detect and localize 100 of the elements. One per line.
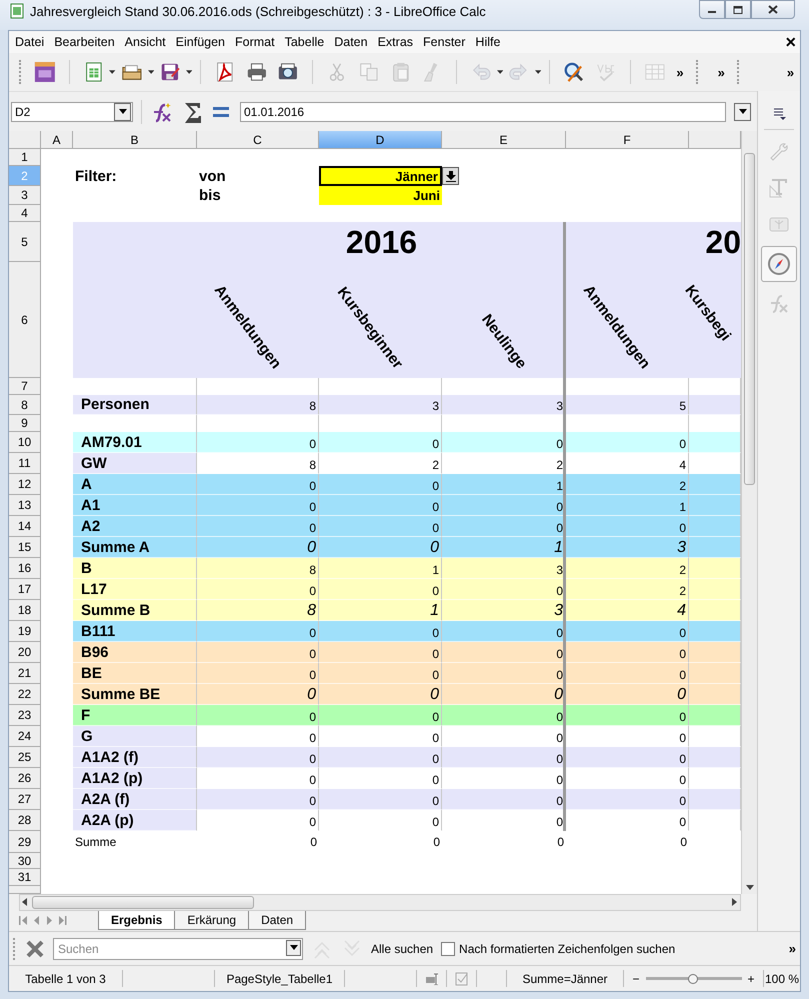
table-cell: 1	[442, 474, 566, 495]
column-header[interactable]: B	[73, 131, 197, 149]
table-cell: 3	[442, 395, 566, 415]
column-header[interactable]: F	[566, 131, 689, 149]
more-button[interactable]: »	[676, 64, 684, 80]
row-number[interactable]: 22	[9, 684, 41, 705]
window-title: Jahresvergleich Stand 30.06.2016.ods (Schreibgeschützt) : 3 - LibreOffice Calc	[30, 4, 487, 18]
close-document-button[interactable]: ×	[785, 33, 796, 51]
row-number[interactable]: 26	[9, 768, 41, 789]
table-cell: 0	[319, 789, 442, 810]
row-label: A1A2 (p)	[73, 768, 197, 789]
sheet-tab[interactable]: Daten	[248, 911, 306, 930]
column-header[interactable]: A	[41, 131, 73, 149]
row-label: F	[73, 705, 197, 726]
year-heading: 20	[704, 222, 741, 262]
table-cell: 3	[442, 600, 566, 621]
table-cell: 0	[319, 474, 442, 495]
name-box[interactable]: D2	[11, 102, 133, 122]
row-number[interactable]: 15	[9, 537, 41, 558]
table-cell: 0	[197, 663, 319, 684]
table-cell: 1	[319, 558, 442, 579]
table-cell-text: 0	[432, 834, 441, 850]
menu-item[interactable]: Hilfe	[470, 33, 506, 51]
row-number[interactable]: 25	[9, 747, 41, 768]
row-number[interactable]: 3	[9, 186, 41, 205]
table-cell: 0	[442, 432, 566, 453]
table-cell: 0	[197, 432, 319, 453]
row-number[interactable]: 6	[9, 262, 41, 378]
page-style: PageStyle_Tabelle1	[226, 972, 333, 986]
menu-item[interactable]: Extras	[372, 33, 418, 51]
row-number[interactable]: 19	[9, 621, 41, 642]
column-header[interactable]: D	[319, 131, 442, 149]
row-label: Summe BE	[73, 684, 197, 705]
row-number[interactable]: 28	[9, 810, 41, 831]
table-cell: 0	[319, 663, 442, 684]
row-number[interactable]: 14	[9, 516, 41, 537]
table-cell: 8	[197, 395, 319, 415]
table-cell: 4	[566, 600, 689, 621]
filter-label: Filter:	[74, 166, 118, 186]
menu-item[interactable]: Tabelle	[280, 33, 330, 51]
row-number[interactable]: 17	[9, 579, 41, 600]
menu-item[interactable]: Fenster	[418, 33, 470, 51]
row-number[interactable]: 18	[9, 600, 41, 621]
row-number[interactable]: 10	[9, 432, 41, 453]
to-month-cell[interactable]: Juni	[319, 186, 442, 205]
more-button[interactable]: »	[788, 941, 796, 956]
menu-item[interactable]: Bearbeiten	[49, 33, 120, 51]
search-field[interactable]: Suchen	[53, 938, 303, 960]
menu-item[interactable]: Daten	[329, 33, 373, 51]
more-button[interactable]: »	[786, 64, 794, 80]
row-number[interactable]: 11	[9, 453, 41, 474]
row-number[interactable]: 29	[9, 831, 41, 853]
table-cell: 0	[566, 621, 689, 642]
table-cell: 3	[319, 395, 442, 415]
row-number[interactable]: 31	[9, 869, 41, 886]
menu-item[interactable]: Einfügen	[170, 33, 230, 51]
table-cell: 0	[442, 663, 566, 684]
table-cell: 0	[197, 537, 319, 558]
find-all-button[interactable]: Alle suchen	[371, 942, 434, 956]
row-number[interactable]: 13	[9, 495, 41, 516]
row-number[interactable]: 12	[9, 474, 41, 495]
row-number[interactable]: 5	[9, 222, 41, 262]
zoom-out-button[interactable]: −	[632, 972, 640, 986]
row-number[interactable]: 4	[9, 205, 41, 222]
formula-input[interactable]: 01.01.2016	[240, 102, 726, 122]
table-cell: 0	[197, 642, 319, 663]
row-number[interactable]: 20	[9, 642, 41, 663]
row-number[interactable]: 9	[9, 415, 41, 432]
row-label: A1	[73, 495, 197, 516]
row-label: GW	[73, 453, 197, 474]
menu-item[interactable]: Datei	[10, 33, 50, 51]
sheet-tab[interactable]: Ergebnis	[98, 911, 176, 930]
row-number[interactable]: 30	[9, 853, 41, 869]
table-cell: 0	[442, 642, 566, 663]
row-number[interactable]: 8	[9, 395, 41, 415]
table-cell: 0	[442, 684, 566, 705]
more-button[interactable]: »	[718, 64, 725, 80]
row-number[interactable]: 16	[9, 558, 41, 579]
table-cell: 0	[197, 516, 319, 537]
year-heading: 2016	[344, 222, 418, 262]
table-cell: 0	[319, 642, 442, 663]
row-number[interactable]: 21	[9, 663, 41, 684]
row-number[interactable]: 27	[9, 789, 41, 810]
sheet-tab[interactable]: Erkärung	[174, 911, 250, 930]
column-header[interactable]: E	[442, 131, 566, 149]
row-number[interactable]: 7	[9, 378, 41, 395]
table-cell: 0	[442, 495, 566, 516]
menu-item[interactable]: Format	[230, 33, 280, 51]
column-header[interactable]: C	[197, 131, 319, 149]
from-month-cell[interactable]: Jänner	[319, 166, 442, 186]
zoom-in-button[interactable]: +	[748, 972, 755, 986]
row-label: B111	[73, 621, 197, 642]
table-cell: 0	[319, 705, 442, 726]
row-number[interactable]: 24	[9, 726, 41, 747]
row-number[interactable]: 23	[9, 705, 41, 726]
table-cell-text: 0	[679, 834, 688, 850]
table-cell: 2	[566, 558, 689, 579]
table-cell: 0	[197, 579, 319, 600]
menu-item[interactable]: Ansicht	[120, 33, 171, 51]
row-number[interactable]: 1	[9, 149, 41, 166]
